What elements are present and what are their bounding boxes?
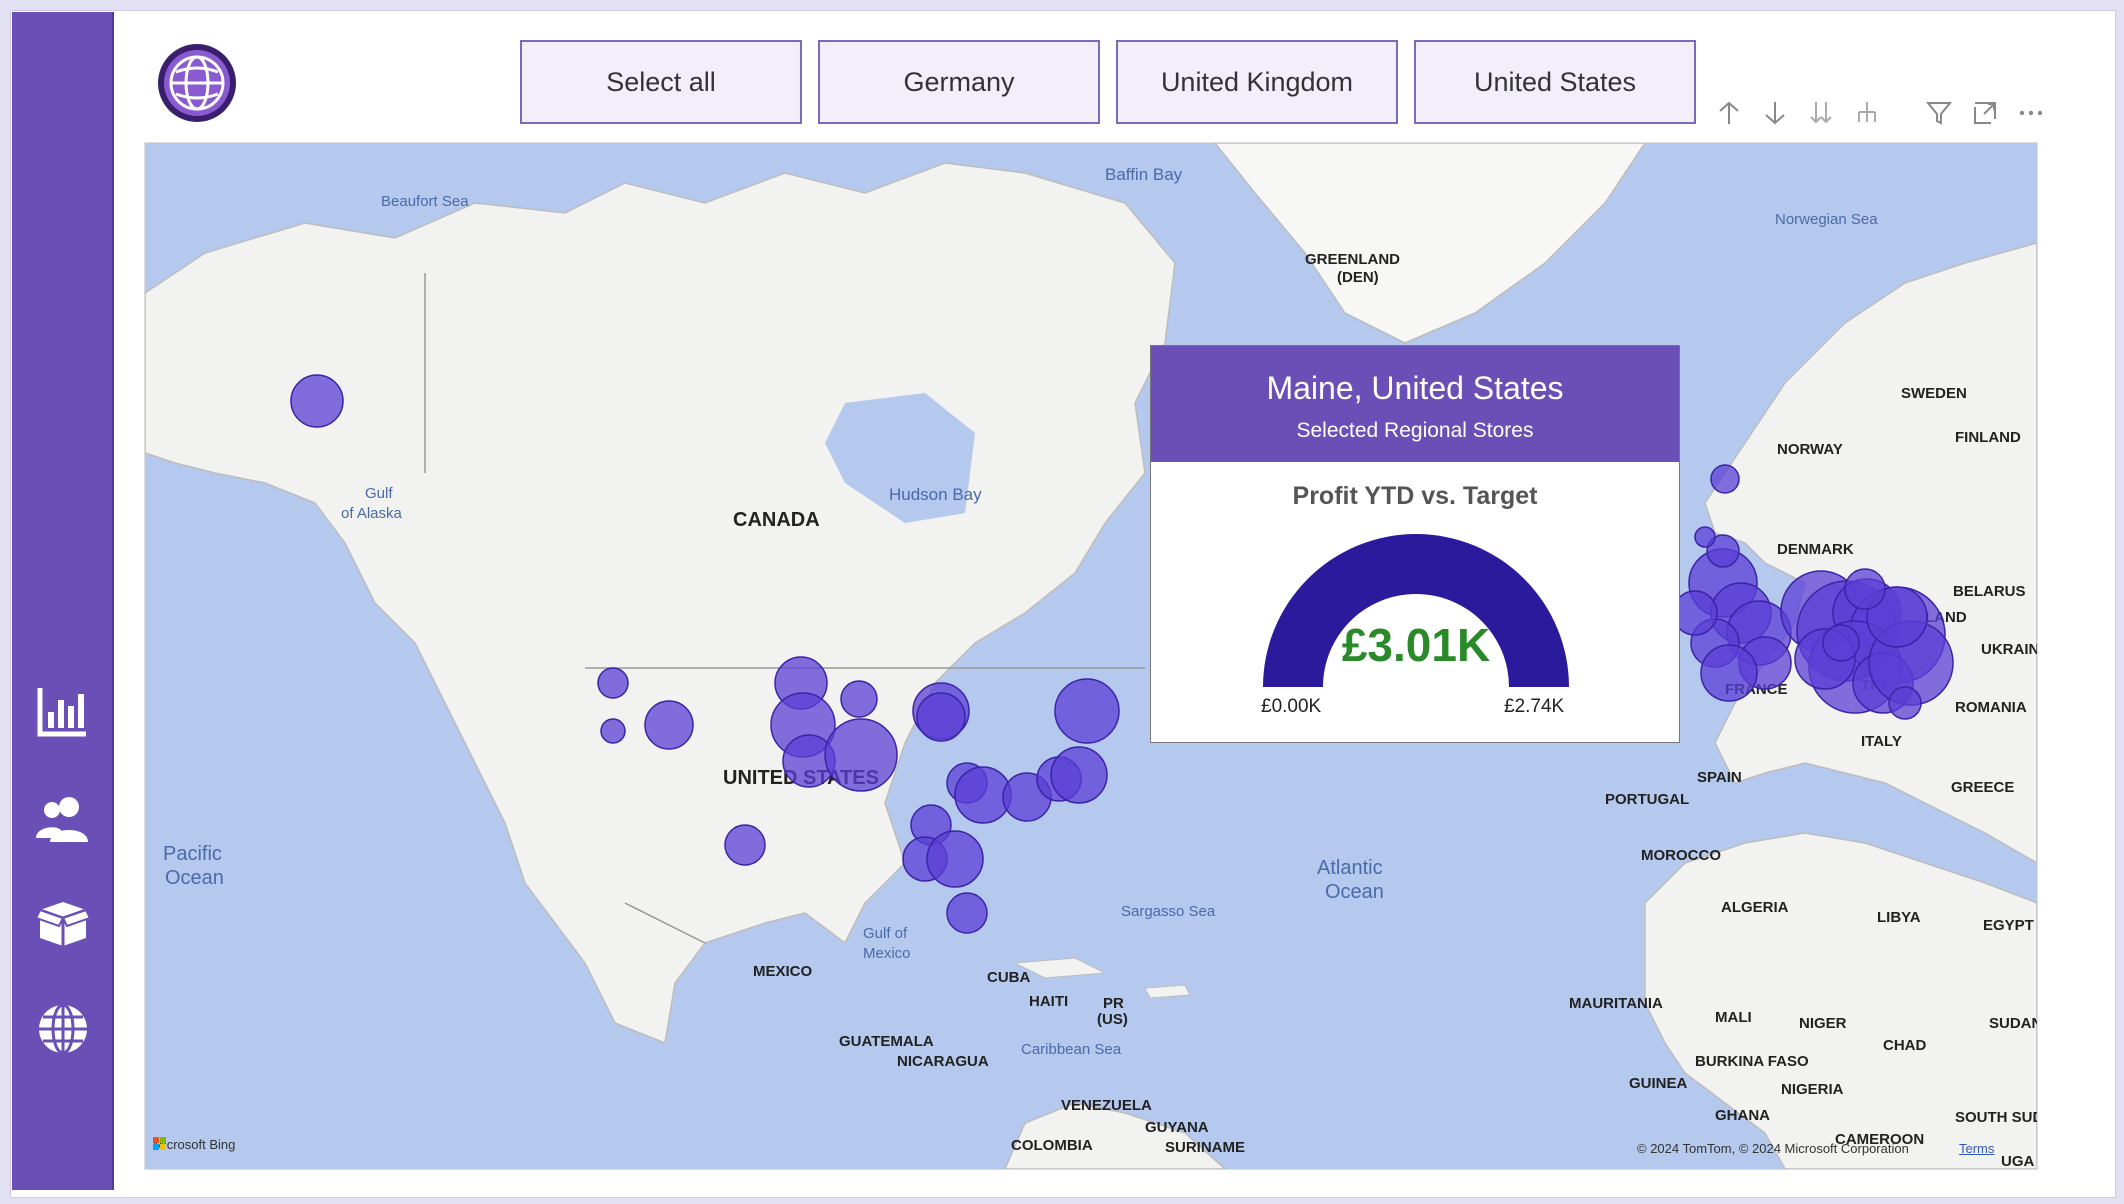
gauge-value: £3.01K bbox=[1341, 619, 1491, 671]
map-label-colombia: COLOMBIA bbox=[1011, 1137, 1093, 1154]
bar-chart-icon[interactable] bbox=[36, 684, 90, 738]
gauge-min-label: £0.00K bbox=[1261, 696, 1322, 717]
map-label-gulf-mexico: Gulf of bbox=[863, 925, 908, 942]
map-label-pr-us: (US) bbox=[1097, 1011, 1128, 1028]
map-label-caribbean-sea: Caribbean Sea bbox=[1021, 1041, 1122, 1058]
map-label-pacific: Pacific bbox=[163, 843, 222, 865]
slicer-select-all-button[interactable]: Select all bbox=[520, 40, 802, 124]
map-land-layer bbox=[145, 143, 2037, 1169]
map-label-hudson-bay: Hudson Bay bbox=[889, 485, 982, 504]
map-label-united-states: UNITED STATES bbox=[723, 767, 879, 789]
map-label-pr: PR bbox=[1103, 995, 1124, 1012]
box-icon[interactable] bbox=[34, 896, 92, 950]
map-label-chad: CHAD bbox=[1883, 1037, 1927, 1054]
map-label-portugal: PORTUGAL bbox=[1605, 791, 1690, 808]
map-label-gulf-alaska-2: of Alaska bbox=[341, 505, 402, 522]
map-label-denmark: DENMARK bbox=[1777, 541, 1854, 558]
tooltip-subtitle: Selected Regional Stores bbox=[1296, 419, 1534, 442]
map-label-norway: NORWAY bbox=[1777, 441, 1843, 458]
map-label-burkina-faso: BURKINA FASO bbox=[1695, 1053, 1809, 1070]
sort-descending-icon[interactable] bbox=[1762, 100, 1788, 126]
map-label-greenland-den: (DEN) bbox=[1337, 269, 1379, 286]
map-label-gulf-mexico-2: Mexico bbox=[863, 945, 911, 962]
map-label-cuba: CUBA bbox=[987, 969, 1031, 986]
map-label-atlantic: Atlantic bbox=[1317, 857, 1383, 879]
map-label-algeria: ALGERIA bbox=[1721, 899, 1789, 916]
map-label-nicaragua: NICARAGUA bbox=[897, 1053, 989, 1070]
map-label-france: FRANCE bbox=[1725, 681, 1788, 698]
visual-header bbox=[1716, 100, 2044, 134]
map-label-suriname: SURINAME bbox=[1165, 1139, 1246, 1156]
microsoft-logo-icon bbox=[153, 1137, 166, 1150]
map-label-uganda: UGA bbox=[2001, 1153, 2035, 1170]
tooltip-header: Maine, United States Selected Regional S… bbox=[1151, 346, 1679, 462]
map-label-ukraine: UKRAIN bbox=[1981, 641, 2038, 658]
map-label-belarus: BELARUS bbox=[1953, 583, 2026, 600]
map-label-baffin-bay: Baffin Bay bbox=[1105, 165, 1183, 184]
map-label-guatemala: GUATEMALA bbox=[839, 1033, 934, 1050]
drill-down-icon[interactable] bbox=[1854, 100, 1880, 126]
map-label-beaufort-sea: Beaufort Sea bbox=[381, 193, 469, 210]
map-label-greenland: GREENLAND bbox=[1305, 251, 1401, 268]
globe-icon[interactable] bbox=[36, 1002, 90, 1056]
map-label-egypt: EGYPT bbox=[1983, 917, 2034, 934]
map-label-guinea: GUINEA bbox=[1629, 1075, 1688, 1092]
map-label-sweden: SWEDEN bbox=[1901, 385, 1967, 402]
map-label-pacific-2: Ocean bbox=[165, 867, 224, 889]
map-label-romania: ROMANIA bbox=[1955, 699, 2027, 716]
gauge-max-label: £2.74K bbox=[1504, 696, 1565, 717]
focus-mode-icon[interactable] bbox=[1972, 100, 1998, 126]
map-terms-link[interactable]: Terms bbox=[1959, 1141, 1994, 1156]
people-icon[interactable] bbox=[36, 792, 90, 846]
map-label-norwegian-sea: Norwegian Sea bbox=[1775, 211, 1878, 228]
slicer-germany-button[interactable]: Germany bbox=[818, 40, 1100, 124]
map-label-venezuela: VENEZUELA bbox=[1061, 1097, 1152, 1114]
map-label-italy: ITALY bbox=[1861, 733, 1902, 750]
filter-icon[interactable] bbox=[1926, 100, 1952, 126]
map-label-greece: GREECE bbox=[1951, 779, 2015, 796]
map-label-mexico: MEXICO bbox=[753, 963, 813, 980]
map-label-niger: NIGER bbox=[1799, 1015, 1847, 1032]
map-label-libya: LIBYA bbox=[1877, 909, 1921, 926]
slicer-united-states-button[interactable]: United States bbox=[1414, 40, 1696, 124]
navigation-sidebar bbox=[12, 12, 114, 1190]
map-label-spain: SPAIN bbox=[1697, 769, 1742, 786]
map-tooltip: Maine, United States Selected Regional S… bbox=[1150, 345, 1680, 743]
map-label-haiti: HAITI bbox=[1029, 993, 1069, 1010]
tooltip-title: Maine, United States bbox=[1266, 370, 1564, 406]
expand-all-down-icon[interactable] bbox=[1808, 100, 1834, 126]
gauge-title: Profit YTD vs. Target bbox=[1292, 482, 1538, 510]
map-label-mauritania: MAURITANIA bbox=[1569, 995, 1663, 1012]
map-label-mali: MALI bbox=[1715, 1009, 1752, 1026]
map-copyright: © 2024 TomTom, © 2024 Microsoft Corporat… bbox=[1637, 1141, 1909, 1156]
map-label-land: LAND bbox=[1925, 609, 1967, 626]
map-label-sargasso-sea: Sargasso Sea bbox=[1121, 903, 1216, 920]
map-label-guyana: GUYANA bbox=[1145, 1119, 1209, 1136]
bubble-map[interactable]: Beaufort Sea Baffin Bay GREENLAND (DEN) … bbox=[144, 142, 2038, 1170]
map-label-austria: TRIA bbox=[1861, 677, 1896, 694]
more-options-icon[interactable] bbox=[2018, 100, 2044, 126]
company-logo bbox=[156, 42, 238, 124]
map-label-nigeria: NIGERIA bbox=[1781, 1081, 1844, 1098]
map-label-canada: CANADA bbox=[733, 509, 820, 531]
slicer-united-kingdom-button[interactable]: United Kingdom bbox=[1116, 40, 1398, 124]
map-label-south-sudan: SOUTH SUD bbox=[1955, 1109, 2038, 1126]
map-label-finland: FINLAND bbox=[1955, 429, 2021, 446]
map-label-ghana: GHANA bbox=[1715, 1107, 1770, 1124]
map-label-morocco: MOROCCO bbox=[1641, 847, 1721, 864]
map-label-sudan: SUDAN bbox=[1989, 1015, 2038, 1032]
map-label-gulf-alaska: Gulf bbox=[365, 485, 393, 502]
sort-ascending-icon[interactable] bbox=[1716, 100, 1742, 126]
map-label-atlantic-2: Ocean bbox=[1325, 881, 1384, 903]
bing-logo: Microsoft Bing bbox=[153, 1137, 235, 1152]
